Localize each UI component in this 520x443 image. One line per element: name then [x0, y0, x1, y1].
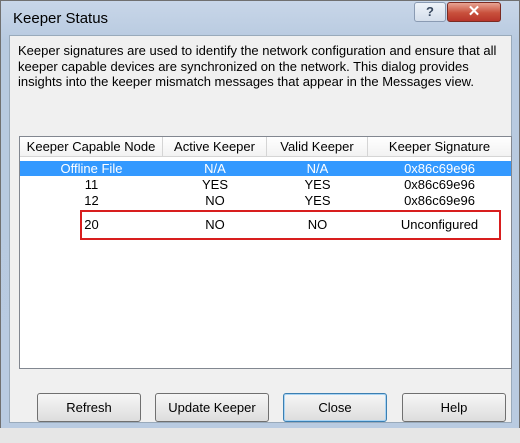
list-header: Keeper Capable Node Active Keeper Valid …	[20, 137, 511, 157]
column-header-signature[interactable]: Keeper Signature	[368, 137, 511, 157]
dialog-title: Keeper Status	[13, 10, 109, 27]
help-icon[interactable]: ?	[414, 2, 446, 22]
cell-signature: 0x86c69e96	[404, 177, 475, 192]
table-row[interactable]: Offline File N/A N/A 0x86c69e96	[20, 161, 511, 176]
update-keeper-button[interactable]: Update Keeper	[155, 393, 269, 422]
help-button[interactable]: Help	[402, 393, 506, 422]
highlight-box	[80, 210, 501, 240]
cell-valid: YES	[304, 193, 331, 208]
cell-node: Offline File	[60, 161, 123, 176]
cell-node: 11	[84, 177, 99, 192]
close-button[interactable]: Close	[283, 393, 387, 422]
close-icon[interactable]: ✕	[447, 2, 501, 22]
cell-valid: N/A	[306, 161, 329, 176]
refresh-button[interactable]: Refresh	[37, 393, 141, 422]
column-header-active[interactable]: Active Keeper	[163, 137, 267, 157]
cell-signature: 0x86c69e96	[404, 193, 475, 208]
cell-node: 12	[84, 193, 99, 208]
cell-signature: 0x86c69e96	[404, 161, 475, 176]
cell-valid: YES	[304, 177, 331, 192]
title-bar[interactable]: Keeper Status ? ✕	[1, 1, 519, 35]
keeper-list[interactable]: Keeper Capable Node Active Keeper Valid …	[19, 136, 512, 369]
cell-active: N/A	[204, 161, 226, 176]
column-header-node[interactable]: Keeper Capable Node	[20, 137, 163, 157]
table-row[interactable]: 12 NO YES 0x86c69e96	[20, 193, 511, 208]
description-text: Keeper signatures are used to identify t…	[18, 43, 497, 89]
table-row[interactable]: 11 YES YES 0x86c69e96	[20, 177, 511, 192]
background-app-strip-bottom	[0, 428, 520, 443]
cell-active: YES	[201, 177, 228, 192]
cell-active: NO	[205, 193, 225, 208]
column-header-valid[interactable]: Valid Keeper	[267, 137, 368, 157]
